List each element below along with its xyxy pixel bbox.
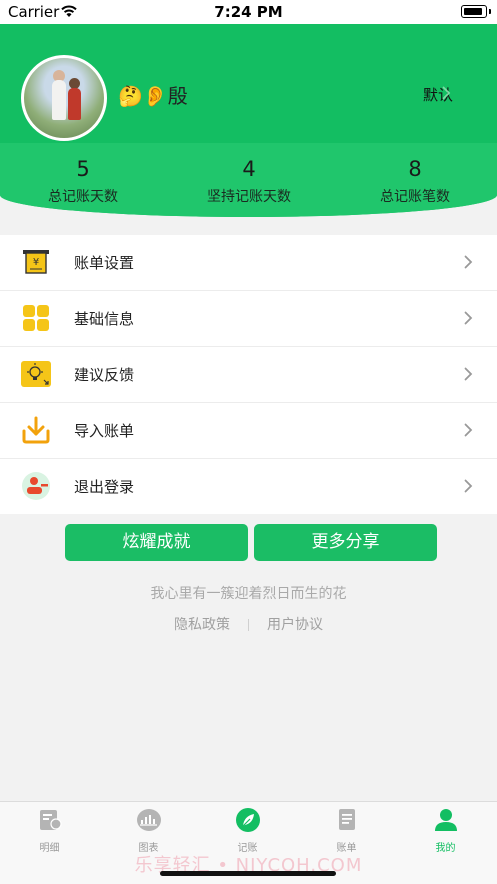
- show-achievement-button[interactable]: 炫耀成就: [65, 524, 248, 561]
- motto-text: 我心里有一簇迎着烈日而生的花: [150, 586, 347, 602]
- chart-icon: [136, 809, 161, 831]
- home-indicator: [160, 871, 336, 876]
- menu-item-logout[interactable]: 退出登录: [0, 459, 497, 514]
- more-share-button[interactable]: 更多分享: [254, 524, 437, 561]
- bill-icon: [338, 809, 355, 830]
- detail-icon: [39, 810, 62, 830]
- status-bar: Carrier 7:24 PM: [0, 0, 497, 24]
- svg-text:¥: ¥: [33, 257, 39, 268]
- link-divider: [248, 619, 249, 631]
- privacy-policy-link[interactable]: 隐私政策: [174, 617, 230, 633]
- profile-icon: [434, 809, 457, 831]
- stat-total-entries: 8 总记账笔数: [332, 157, 497, 206]
- menu-item-bill-settings[interactable]: ¥ 账单设置: [0, 235, 497, 291]
- menu-item-basic-info[interactable]: 基础信息: [0, 291, 497, 347]
- stat-value: 8: [408, 157, 422, 181]
- stat-label: 总记账天数: [48, 189, 118, 205]
- logout-user-icon: [22, 472, 50, 500]
- tab-record[interactable]: 记账: [198, 808, 297, 854]
- stat-label: 总记账笔数: [380, 189, 450, 205]
- menu-label: 建议反馈: [74, 366, 135, 384]
- grid-icon: [23, 305, 49, 331]
- tab-chart[interactable]: 图表: [99, 808, 198, 854]
- chevron-right-icon: [464, 367, 473, 381]
- menu-item-import-bill[interactable]: 导入账单: [0, 403, 497, 459]
- chevron-right-icon: [442, 86, 451, 100]
- stat-label: 坚持记账天数: [207, 189, 291, 205]
- tab-bar: 明细 图表 记账 账单 我的 乐享轻汇 • NJYCOH.COM: [0, 801, 497, 884]
- stat-value: 5: [76, 157, 90, 181]
- stat-value: 4: [242, 157, 256, 181]
- nickname[interactable]: 🤔👂殷: [118, 80, 188, 109]
- stat-total-days: 5 总记账天数: [0, 157, 166, 206]
- download-icon: [22, 416, 50, 444]
- stat-streak-days: 4 坚持记账天数: [166, 157, 332, 206]
- profile-header: 🤔👂殷 默认 5 总记账天数 4 坚持记账天数 8 总记账笔数: [0, 24, 497, 217]
- tab-detail[interactable]: 明细: [0, 808, 99, 854]
- settings-menu: ¥ 账单设置 基础信息 建议反馈 导入账单 退出登录: [0, 235, 497, 514]
- menu-label: 导入账单: [74, 422, 135, 440]
- chevron-right-icon: [464, 423, 473, 437]
- leaf-icon: [235, 808, 260, 832]
- bill-settings-icon: ¥: [23, 250, 49, 274]
- lightbulb-icon: [21, 361, 51, 387]
- menu-label: 账单设置: [74, 254, 135, 272]
- footer-links: 隐私政策 用户协议: [0, 614, 497, 634]
- avatar[interactable]: [21, 55, 107, 141]
- chevron-right-icon: [464, 311, 473, 325]
- battery-icon: [461, 5, 491, 18]
- chevron-right-icon: [464, 479, 473, 493]
- chevron-right-icon: [464, 255, 473, 269]
- clock: 7:24 PM: [214, 3, 283, 21]
- menu-label: 基础信息: [74, 310, 135, 328]
- tab-bill[interactable]: 账单: [297, 808, 396, 854]
- user-agreement-link[interactable]: 用户协议: [267, 617, 323, 633]
- menu-item-feedback[interactable]: 建议反馈: [0, 347, 497, 403]
- menu-label: 退出登录: [74, 478, 135, 496]
- tab-mine[interactable]: 我的: [396, 808, 495, 854]
